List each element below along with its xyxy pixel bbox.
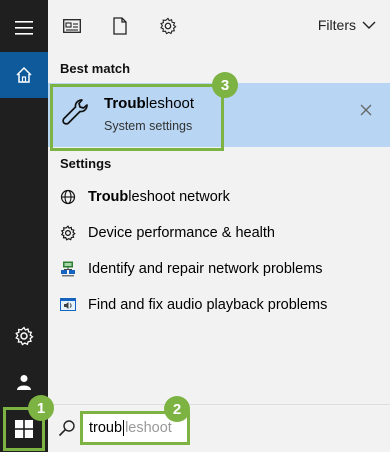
text-caret: [123, 420, 125, 436]
settings-icon: [160, 17, 177, 35]
filters-label: Filters: [317, 17, 356, 33]
network-repair-icon: [48, 261, 88, 277]
settings-header: Settings: [60, 156, 112, 171]
settings-button[interactable]: [0, 316, 48, 356]
search-autocomplete-suggestion: leshoot: [125, 420, 172, 436]
settings-item-troubleshoot-network[interactable]: Troubleshoot network: [48, 180, 390, 214]
callout-badge-2: 2: [164, 396, 190, 422]
close-icon: [360, 104, 372, 116]
home-button[interactable]: [0, 52, 48, 98]
best-match-highlight-frame: [50, 84, 224, 151]
close-button[interactable]: [360, 103, 376, 119]
chevron-down-icon: [362, 21, 376, 29]
settings-item-audio-playback[interactable]: Find and fix audio playback problems: [48, 288, 390, 322]
search-icon: [58, 419, 76, 442]
settings-item-label-bold: Troub: [88, 189, 129, 205]
best-match-header: Best match: [60, 61, 131, 76]
settings-item-label: Identify and repair network problems: [88, 261, 323, 277]
search-typed-text: troub: [89, 420, 123, 436]
settings-item-identify-network[interactable]: Identify and repair network problems: [48, 252, 390, 286]
settings-filter-button[interactable]: [156, 14, 180, 38]
settings-item-label: Device performance & health: [88, 225, 275, 241]
gear-icon: [15, 326, 34, 346]
filters-dropdown[interactable]: Filters: [318, 17, 376, 33]
settings-item-label-rest: leshoot network: [128, 189, 230, 205]
audio-troubleshoot-icon: [48, 297, 88, 313]
settings-item-label: Find and fix audio playback problems: [88, 297, 328, 313]
documents-filter-button[interactable]: [108, 14, 132, 38]
left-rail: [0, 0, 48, 452]
gear-icon: [48, 225, 88, 241]
top-toolbar: Filters: [48, 0, 390, 52]
home-icon: [16, 66, 32, 83]
hamburger-icon: [15, 21, 33, 35]
callout-badge-3: 3: [212, 72, 238, 98]
callout-badge-1: 1: [28, 395, 54, 421]
hamburger-menu-button[interactable]: [0, 8, 48, 48]
settings-item-device-performance[interactable]: Device performance & health: [48, 216, 390, 250]
search-bar: troub leshoot: [48, 404, 390, 452]
settings-item-label: Troubleshoot network: [88, 189, 230, 205]
person-icon: [17, 375, 31, 390]
document-icon: [113, 17, 127, 35]
network-globe-icon: [48, 189, 88, 205]
apps-icon: [63, 19, 81, 33]
apps-filter-button[interactable]: [60, 14, 84, 38]
